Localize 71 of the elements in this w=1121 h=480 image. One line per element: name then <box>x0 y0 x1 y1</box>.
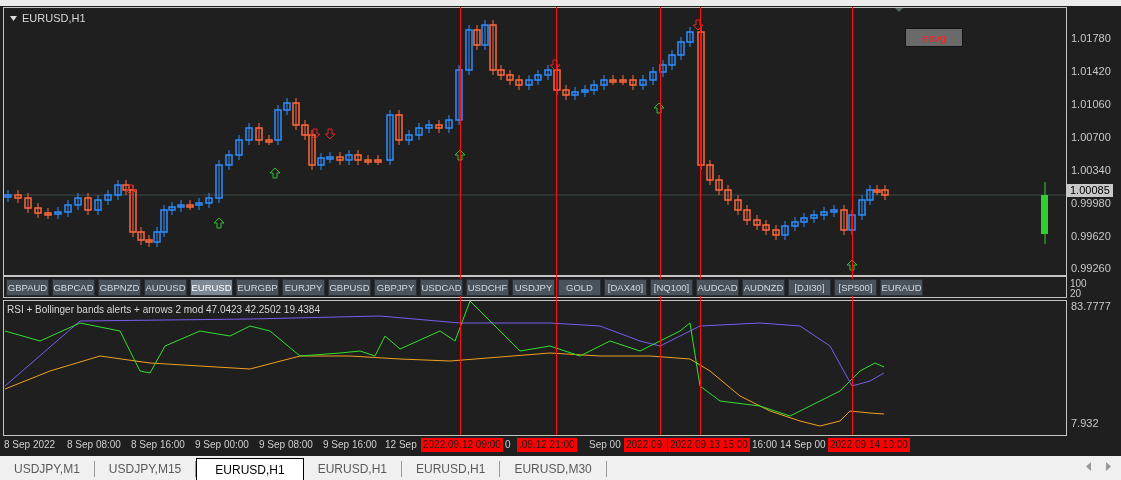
chart-tab[interactable]: EURUSD,H1 <box>196 458 304 480</box>
symbol-button[interactable]: GBPAUD <box>6 279 49 296</box>
down-arrow-icon <box>125 184 137 196</box>
symbol-button[interactable]: GBPJPY <box>374 279 417 296</box>
symbol-button[interactable]: EURAUD <box>880 279 923 296</box>
up-arrow-icon <box>454 149 466 161</box>
marker-time-label: 2022.09.13 15:00 <box>668 438 750 452</box>
symbol-button[interactable]: GBPNZD <box>98 279 141 296</box>
up-arrow-icon <box>213 217 225 229</box>
price-label: 1.00340 <box>1071 164 1111 176</box>
symbol-button[interactable]: USDJPY <box>512 279 555 296</box>
symbol-button[interactable]: AUDCAD <box>696 279 739 296</box>
price-label: 1.01060 <box>1071 98 1111 110</box>
time-label: 8 Sep 16:00 <box>131 439 185 450</box>
time-label: 12 Sep <box>385 439 417 450</box>
symbol-button[interactable]: GOLD <box>558 279 601 296</box>
time-label: 9 Sep 00:00 <box>195 439 249 450</box>
shift-marker-icon <box>895 8 903 12</box>
indicator-title: RSI + Bollinger bands alerts + arrows 2 mod 47.0423 42.2502 19.4384 <box>7 304 320 315</box>
candle-icon <box>1041 181 1048 245</box>
symbol-button[interactable]: AUDUSD <box>144 279 187 296</box>
up-arrow-icon <box>269 167 281 179</box>
time-label: 8 Sep 08:00 <box>67 439 121 450</box>
symbol-button[interactable]: [DAX40] <box>604 279 647 296</box>
current-price-label: 1.00085 <box>1067 184 1113 197</box>
symbol-button[interactable]: EURUSD <box>190 279 233 296</box>
up-arrow-icon <box>653 102 665 114</box>
marker-time-label: .09.12 21:00 <box>517 438 577 452</box>
down-arrow-icon <box>549 59 561 71</box>
time-label: 9 Sep 16:00 <box>323 439 377 450</box>
down-arrow-icon <box>309 128 321 140</box>
symbol-button[interactable]: GBPCAD <box>52 279 95 296</box>
symbol-button[interactable]: [NQ100] <box>650 279 693 296</box>
price-label: 0.99980 <box>1071 197 1111 209</box>
marker-time-label: 2022.09.14 10:00 <box>828 438 910 452</box>
symbol-button[interactable]: EURGBP <box>236 279 279 296</box>
chart-tab[interactable]: EURUSD,M30 <box>500 461 607 477</box>
price-label: 1.01420 <box>1071 65 1111 77</box>
scroll-left-icon[interactable] <box>1086 462 1091 471</box>
scroll-right-icon[interactable] <box>1106 462 1111 471</box>
time-label: 14 Sep 00 <box>780 439 826 450</box>
time-label: Sep 00 <box>589 439 621 450</box>
symbol-button[interactable]: AUDNZD <box>742 279 785 296</box>
marker-time-label: 2022.09. <box>624 438 667 452</box>
symbol-button[interactable]: USDCAD <box>420 279 463 296</box>
time-label: 0 <box>505 439 511 450</box>
scale-label: 100 <box>1070 279 1088 289</box>
marker-time-label: 2022.09.12 09:00 <box>421 438 503 452</box>
symbol-button[interactable]: [SP500] <box>834 279 877 296</box>
down-arrow-icon <box>324 128 336 140</box>
chart-title: EURUSD,H1 <box>22 12 86 24</box>
price-label: 0.99620 <box>1071 230 1111 242</box>
price-label: 1.00700 <box>1071 131 1111 143</box>
symbol-button[interactable]: [DJI30] <box>788 279 831 296</box>
time-label: 16:00 <box>752 439 778 450</box>
chart-tab[interactable]: USDJPY,M1 <box>0 461 95 477</box>
scale-label: 20 <box>1070 289 1083 299</box>
symbol-button[interactable]: USDCHF <box>466 279 509 296</box>
symbol-button[interactable]: EURJPY <box>282 279 325 296</box>
symbol-button[interactable]: GBPUSD <box>328 279 371 296</box>
time-label: 8 Sep 2022 <box>4 439 56 450</box>
scale-label: 83.7777 <box>1071 300 1111 312</box>
chart-tab[interactable]: EURUSD,H1 <box>303 461 402 477</box>
dropdown-icon[interactable] <box>10 15 17 21</box>
price-label: 0.99260 <box>1071 262 1111 274</box>
scale-label: 7.932 <box>1071 417 1099 429</box>
price-label: 1.01780 <box>1071 32 1111 44</box>
chart-tab[interactable]: EURUSD,H1 <box>402 461 501 477</box>
time-label: 9 Sep 08:00 <box>259 439 313 450</box>
up-arrow-icon <box>846 259 858 271</box>
down-arrow-icon <box>692 19 704 31</box>
